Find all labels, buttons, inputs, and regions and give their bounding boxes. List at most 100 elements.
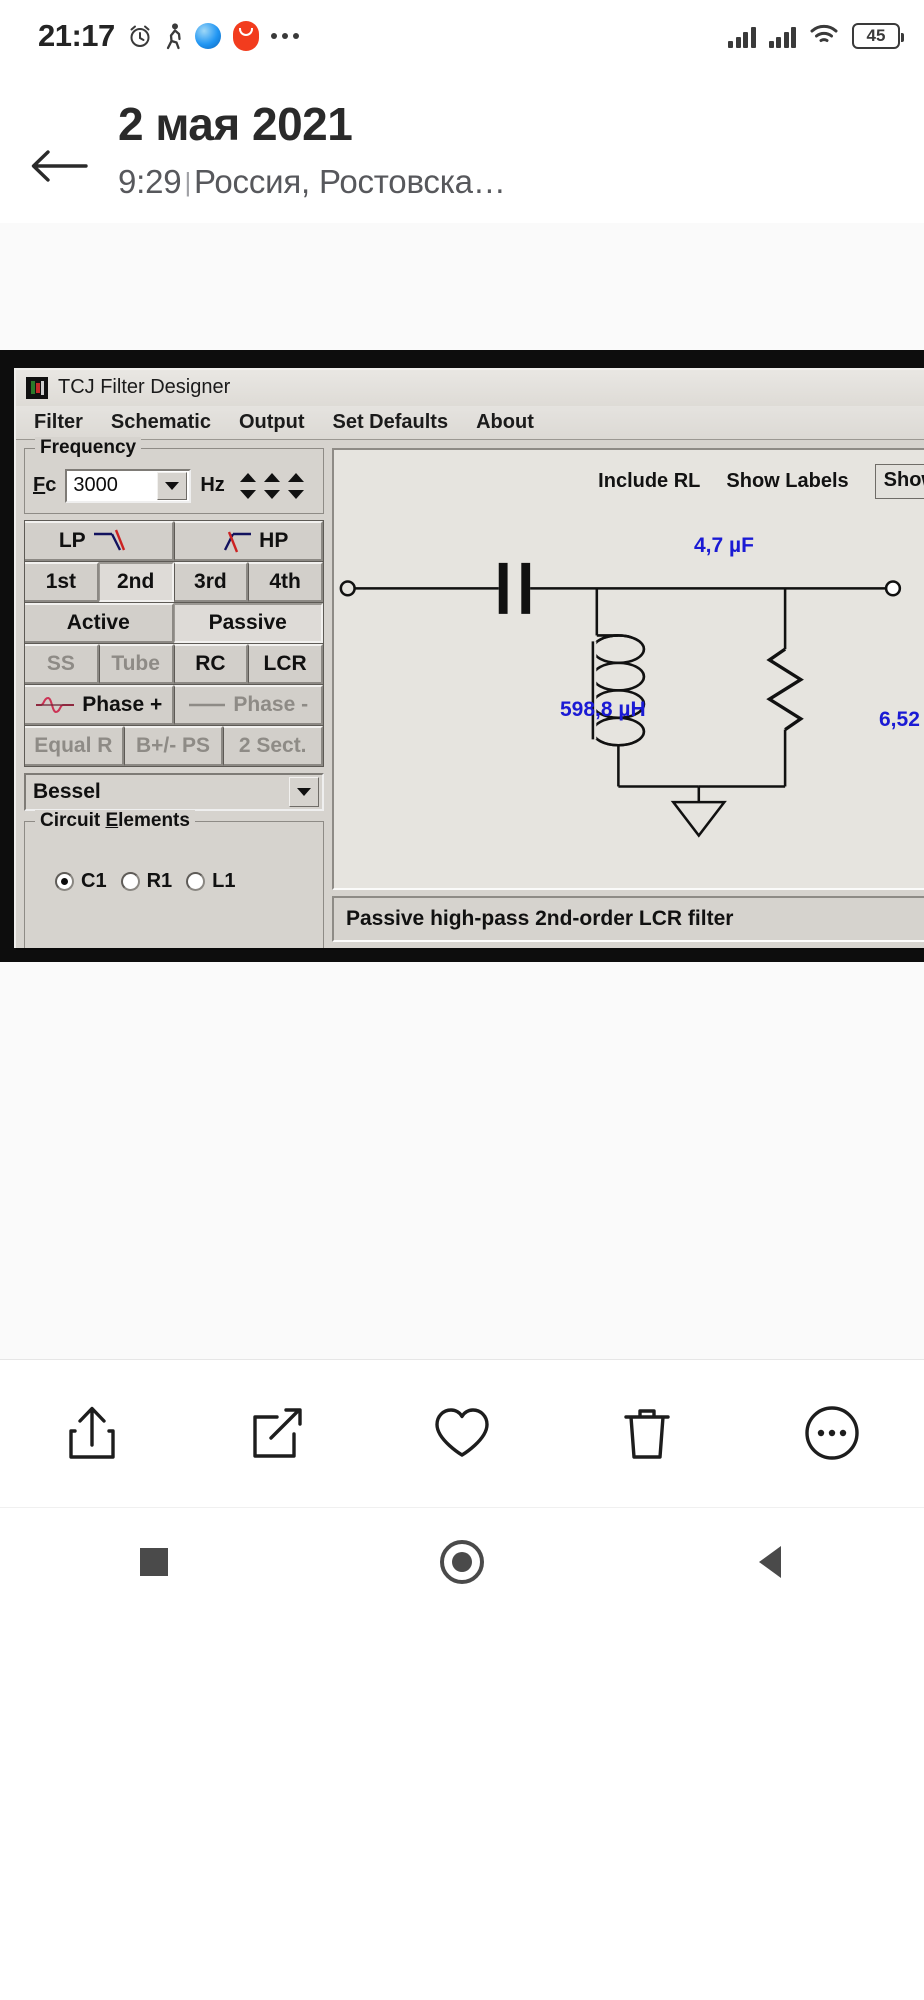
- header-texts: 2 мая 2021 9:29 |Россия, Ростовска…: [118, 90, 506, 201]
- fc-value[interactable]: 3000: [67, 474, 157, 497]
- input-terminal: [339, 580, 356, 597]
- menu-bar: Filter Schematic Output Set Defaults Abo…: [16, 405, 924, 440]
- alignment-dropdown-arrow[interactable]: [289, 776, 319, 807]
- frequency-steppers[interactable]: [239, 472, 304, 499]
- radio-dot-icon[interactable]: [120, 871, 140, 891]
- share-icon: [69, 1407, 116, 1460]
- back-button[interactable]: [0, 90, 118, 201]
- stepper-fine[interactable]: [287, 472, 304, 499]
- button-order-2nd[interactable]: 2nd: [98, 561, 174, 602]
- inductor-value-label: 598,8 µH: [560, 697, 646, 721]
- inductor-coil: [589, 634, 646, 747]
- window-title-text: TCJ Filter Designer: [58, 376, 231, 399]
- alignment-dropdown[interactable]: Bessel: [24, 772, 324, 811]
- menu-item-output[interactable]: Output: [239, 411, 305, 434]
- edit-button[interactable]: [234, 1390, 320, 1476]
- arrow-up-icon[interactable]: [239, 472, 256, 482]
- back-button-nav[interactable]: [725, 1527, 815, 1597]
- photo-viewer[interactable]: TCJ Filter Designer Filter Schematic Out…: [0, 222, 924, 1359]
- left-control-panel: Frequency Fc 3000 Hz LP HP 1st 2nd 3rd 4…: [24, 436, 324, 948]
- radio-dot-icon[interactable]: [186, 871, 206, 891]
- lowpass-curve-icon: [92, 528, 138, 554]
- arrow-down-icon[interactable]: [287, 489, 304, 499]
- chevron-down-icon: [297, 787, 311, 796]
- window-body: Frequency Fc 3000 Hz LP HP 1st 2nd 3rd 4…: [16, 436, 924, 948]
- right-schematic-panel: Include RL Show Labels Show: [332, 447, 924, 948]
- radio-l1[interactable]: L1: [186, 870, 236, 893]
- favorite-button[interactable]: [419, 1390, 505, 1476]
- delete-button[interactable]: [604, 1390, 690, 1476]
- highpass-label: HP: [259, 528, 289, 552]
- arrow-down-icon[interactable]: [239, 489, 256, 499]
- capacitor-plate-right: [521, 562, 531, 614]
- button-bipolar-ps[interactable]: B+/- PS: [123, 725, 224, 766]
- radio-dot-selected-icon[interactable]: [55, 871, 74, 891]
- button-order-3rd[interactable]: 3rd: [173, 561, 249, 602]
- radio-r1-label: R1: [146, 869, 173, 892]
- delete-trash-icon: [624, 1409, 670, 1460]
- menu-item-schematic[interactable]: Schematic: [111, 411, 211, 434]
- walking-icon: [165, 22, 183, 50]
- schematic-canvas[interactable]: Include RL Show Labels Show: [332, 447, 924, 890]
- back-arrow-icon: [31, 150, 88, 183]
- tcj-filter-designer-window: TCJ Filter Designer Filter Schematic Out…: [14, 367, 924, 948]
- fc-dropdown-arrow[interactable]: [157, 471, 188, 500]
- grid-row-order: 1st 2nd 3rd 4th: [25, 561, 323, 603]
- back-triangle-icon: [759, 1546, 781, 1579]
- button-equal-r[interactable]: Equal R: [25, 725, 124, 766]
- radio-r1[interactable]: R1: [120, 869, 173, 893]
- signal-sim2-icon: [768, 24, 796, 48]
- menu-item-about[interactable]: About: [476, 411, 534, 434]
- recents-square-icon: [140, 1548, 168, 1577]
- edit-icon: [253, 1408, 302, 1459]
- fc-label: Fc: [33, 474, 57, 497]
- more-button[interactable]: [789, 1390, 875, 1476]
- subtitle-separator: |: [184, 166, 191, 197]
- home-circle-icon: [440, 1540, 484, 1585]
- menu-item-filter[interactable]: Filter: [34, 411, 83, 434]
- arrow-up-icon[interactable]: [263, 472, 280, 482]
- button-tube[interactable]: Tube: [98, 643, 174, 684]
- stepper-coarse[interactable]: [239, 472, 256, 499]
- button-2-sect[interactable]: 2 Sect.: [223, 725, 324, 766]
- resistor-value-label: 6,52: [879, 707, 920, 731]
- alignment-value[interactable]: Bessel: [26, 780, 289, 804]
- menu-item-set-defaults[interactable]: Set Defaults: [333, 411, 449, 434]
- lowpass-label: LP: [58, 528, 86, 552]
- recents-button[interactable]: [109, 1527, 199, 1597]
- button-phase-minus[interactable]: Phase -: [173, 684, 323, 725]
- button-active[interactable]: Active: [25, 602, 174, 643]
- button-order-4th[interactable]: 4th: [248, 561, 323, 602]
- page-title: 2 мая 2021: [118, 98, 353, 150]
- favorite-heart-icon: [435, 1408, 489, 1458]
- option-show-labels[interactable]: Show Labels: [726, 470, 848, 493]
- chevron-down-icon: [165, 481, 180, 490]
- button-rc[interactable]: RC: [173, 643, 249, 684]
- battery-icon: 45: [852, 23, 904, 49]
- arrow-up-icon[interactable]: [287, 472, 304, 482]
- circuit-schematic-drawing: [339, 562, 902, 838]
- arrow-down-icon[interactable]: [263, 489, 280, 499]
- option-show[interactable]: Show: [874, 463, 924, 499]
- button-highpass[interactable]: HP: [173, 520, 323, 561]
- status-bar-left: 21:17: [38, 18, 728, 54]
- stepper-medium[interactable]: [263, 472, 280, 499]
- phase-minus-label: Phase -: [233, 692, 309, 716]
- share-button[interactable]: [49, 1390, 135, 1476]
- button-passive[interactable]: Passive: [173, 602, 323, 643]
- option-include-rl[interactable]: Include RL: [598, 470, 700, 493]
- button-ss[interactable]: SS: [25, 643, 99, 684]
- app-icon: [26, 376, 48, 399]
- button-phase-plus[interactable]: Phase +: [25, 684, 174, 725]
- status-bar-clock: 21:17: [38, 18, 115, 53]
- button-lowpass[interactable]: LP: [25, 520, 174, 561]
- fc-combo[interactable]: 3000: [65, 468, 192, 503]
- button-order-1st[interactable]: 1st: [25, 561, 99, 602]
- page-subtitle: 9:29 |Россия, Ростовска…: [118, 163, 506, 201]
- home-button[interactable]: [417, 1527, 507, 1597]
- android-status-bar: 21:17 45: [0, 0, 924, 72]
- more-dots-icon: [270, 33, 299, 39]
- button-lcr[interactable]: LCR: [248, 643, 323, 684]
- circuit-elements-group: Circuit Elements C1 R1 L1: [24, 809, 324, 948]
- radio-c1[interactable]: C1: [55, 870, 107, 893]
